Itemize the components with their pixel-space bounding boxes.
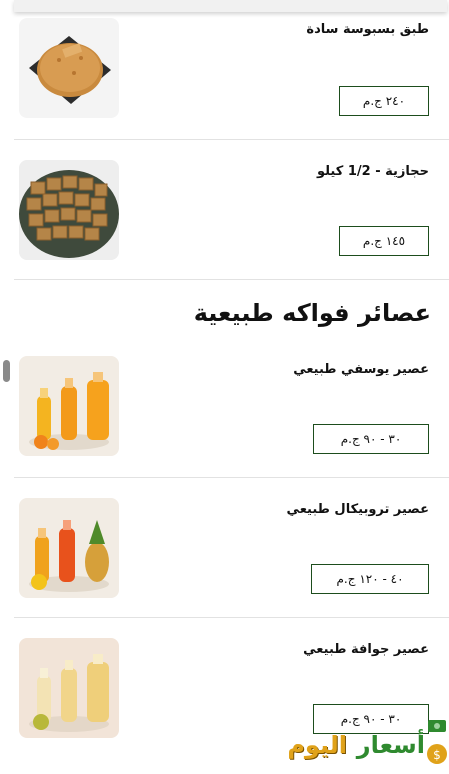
mandarin-juice-image — [19, 356, 119, 456]
watermark-word-alyoum: اليوم — [287, 731, 347, 759]
watermark-word-asaar: أسعار — [356, 731, 425, 759]
price-button[interactable]: ٢٤٠ ج.م — [339, 86, 429, 116]
item-name: عصير تروبيكال طبيعي — [286, 502, 429, 517]
item-name: طبق بسبوسة سادة — [306, 22, 429, 37]
watermark-logo: $ أسعار اليوم — [250, 716, 449, 774]
section-title: عصائر فواكه طبيعية — [193, 299, 431, 327]
list-item[interactable]: طبق بسبوسة سادة ٢٤٠ ج.م — [14, 0, 449, 140]
price-button[interactable]: ٤٠ - ١٢٠ ج.م — [311, 564, 429, 594]
price-button[interactable]: ٣٠ - ٩٠ ج.م — [313, 424, 429, 454]
hegazeya-image — [19, 160, 119, 260]
list-item[interactable]: عصير يوسفي طبيعي ٣٠ - ٩٠ ج.م — [14, 338, 449, 478]
scroll-handle[interactable] — [3, 360, 10, 382]
guava-juice-image — [19, 638, 119, 738]
basbousa-image — [19, 18, 119, 118]
money-icon: $ — [427, 720, 447, 764]
item-name: عصير جوافة طبيعي — [303, 642, 429, 657]
svg-text:$: $ — [433, 748, 441, 762]
price-button[interactable]: ١٤٥ ج.م — [339, 226, 429, 256]
tropical-juice-image — [19, 498, 119, 598]
item-name: حجازية - 1/2 كيلو — [316, 164, 429, 179]
item-name: عصير يوسفي طبيعي — [293, 362, 429, 377]
list-item[interactable]: حجازية - 1/2 كيلو ١٤٥ ج.م — [14, 140, 449, 280]
list-item[interactable]: عصير تروبيكال طبيعي ٤٠ - ١٢٠ ج.م — [14, 478, 449, 618]
